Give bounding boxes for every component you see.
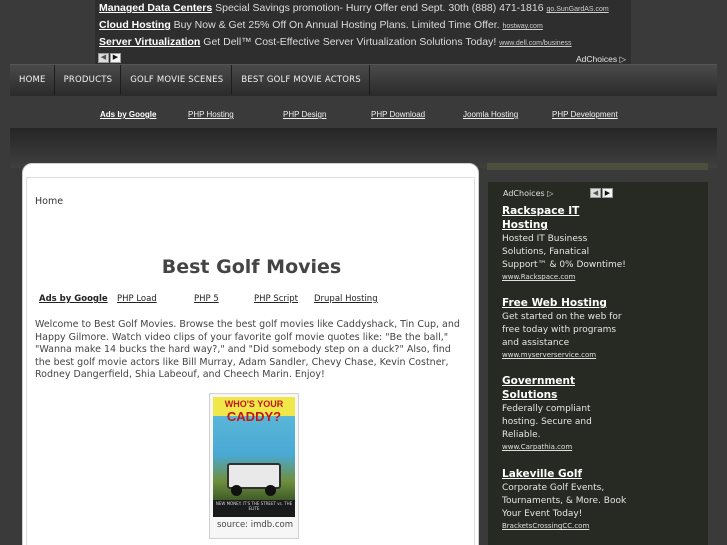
- top-ad-title[interactable]: Cloud Hosting: [99, 19, 171, 31]
- sidebar-ad-title[interactable]: Lakeville Golf: [502, 467, 627, 481]
- ad-link[interactable]: PHP Script: [254, 294, 298, 304]
- sidebar-ad[interactable]: Rackspace IT Hosting Hosted IT Business …: [502, 204, 627, 281]
- nav-item-products[interactable]: PRODUCTS: [55, 65, 122, 95]
- top-ad-title[interactable]: Managed Data Centers: [99, 2, 212, 14]
- top-ad-text: Buy Now & Get 25% Off On Annual Hosting …: [173, 19, 500, 31]
- wheel-graphic: [265, 485, 276, 496]
- ads-by-google-label[interactable]: Ads by Google: [100, 110, 156, 119]
- top-ad-url[interactable]: www.dell.com/business: [499, 40, 571, 47]
- sidebar-ad-url[interactable]: BracketsCrossingCC.com: [502, 522, 627, 530]
- wheel-graphic: [231, 485, 242, 496]
- adchoices-link[interactable]: AdChoices ▷: [503, 189, 553, 198]
- top-ad-item[interactable]: Cloud Hosting Buy Now & Get 25% Off On A…: [99, 19, 543, 31]
- top-ad-text: Special Savings promotion- Hurry Offer e…: [215, 2, 544, 14]
- ad-link[interactable]: PHP Load: [117, 294, 157, 304]
- nav-item-best-golf-movie-actors[interactable]: BEST GOLF MOVIE ACTORS: [232, 65, 370, 95]
- sidebar-ad-title[interactable]: Free Web Hosting: [502, 296, 627, 310]
- prev-arrow-icon[interactable]: ◀: [590, 188, 601, 198]
- sidebar-ad-desc: Corporate Golf Events, Tournaments, & Mo…: [502, 483, 627, 519]
- top-ad-text: Get Dell™ Cost-Effective Server Virtuali…: [203, 36, 497, 48]
- prev-arrow-icon[interactable]: ◀: [98, 53, 109, 63]
- ad-link[interactable]: PHP 5: [194, 294, 219, 304]
- sidebar-ads: AdChoices ▷ ◀ ▶ Rackspace IT Hosting Host…: [488, 182, 708, 545]
- sidebar-ad[interactable]: Lakeville Golf Corporate Golf Events, To…: [502, 467, 627, 530]
- top-ad-url[interactable]: hostway.com: [502, 23, 542, 30]
- header-band: [10, 128, 717, 168]
- main-nav: HOME PRODUCTS GOLF MOVIE SCENES BEST GOL…: [10, 64, 717, 96]
- sidebar-ad-desc: Hosted IT Business Solutions, Fanatical …: [502, 234, 626, 270]
- poster-caption: source: imdb.com: [216, 520, 294, 530]
- poster-title-line2: CADDY?: [226, 409, 282, 424]
- sidebar-ad-desc: Get started on the web for free today wi…: [502, 312, 622, 348]
- ad-link[interactable]: Joomla Hosting: [463, 110, 518, 119]
- sidebar-ad-url[interactable]: www.Rackspace.com: [502, 273, 627, 281]
- top-ad-url[interactable]: go.SunGardAS.com: [546, 6, 608, 13]
- top-ad-title[interactable]: Server Virtualization: [99, 36, 200, 48]
- content-panel: Home Best Golf Movies Ads by Google PHP …: [26, 177, 475, 545]
- sidebar-ad-title[interactable]: Rackspace IT Hosting: [502, 204, 627, 232]
- top-ad-banner: Managed Data Centers Special Savings pro…: [95, 0, 631, 66]
- page-title: Best Golf Movies: [161, 256, 342, 278]
- nav-item-golf-movie-scenes[interactable]: GOLF MOVIE SCENES: [121, 65, 233, 95]
- breadcrumb[interactable]: Home: [35, 196, 63, 207]
- top-ad-item[interactable]: Server Virtualization Get Dell™ Cost-Eff…: [99, 36, 572, 48]
- sidebar-ad-url[interactable]: www.Carpathia.com: [502, 443, 627, 451]
- main-content: Home Best Golf Movies Ads by Google PHP …: [22, 163, 479, 545]
- nav-item-home[interactable]: HOME: [10, 65, 55, 95]
- ads-by-google-label[interactable]: Ads by Google: [39, 294, 108, 304]
- ad-link[interactable]: Drupal Hosting: [314, 294, 378, 304]
- next-arrow-icon[interactable]: ▶: [602, 188, 613, 198]
- sidebar-ad[interactable]: Free Web Hosting Get started on the web …: [502, 296, 627, 359]
- poster-frame: WHO'S YOUR CADDY? NEW MONEY. IT'S THE ST…: [209, 393, 299, 539]
- sidebar-ad-title[interactable]: Government Solutions: [502, 374, 627, 402]
- next-arrow-icon[interactable]: ▶: [110, 53, 121, 63]
- top-ad-item[interactable]: Managed Data Centers Special Savings pro…: [99, 2, 609, 14]
- movie-poster-image[interactable]: WHO'S YOUR CADDY? NEW MONEY. IT'S THE ST…: [213, 397, 295, 517]
- intro-paragraph: Welcome to Best Golf Movies. Browse the …: [35, 319, 460, 380]
- sidebar-ad-desc: Federally compliant hosting. Secure and …: [502, 404, 592, 440]
- sidebar-top-strip: [487, 163, 708, 170]
- sidebar-ad-url[interactable]: www.myserverservice.com: [502, 351, 627, 359]
- sidebar-ad[interactable]: Government Solutions Federally compliant…: [502, 374, 627, 451]
- ad-link[interactable]: PHP Download: [371, 110, 425, 119]
- ad-link[interactable]: PHP Hosting: [188, 110, 234, 119]
- poster-title-line1: WHO'S YOUR: [224, 399, 284, 409]
- ad-link[interactable]: PHP Design: [283, 110, 326, 119]
- poster-tagline: NEW MONEY. IT'S THE STREET vs. THE ELITE: [215, 501, 293, 511]
- ad-link[interactable]: PHP Development: [552, 110, 618, 119]
